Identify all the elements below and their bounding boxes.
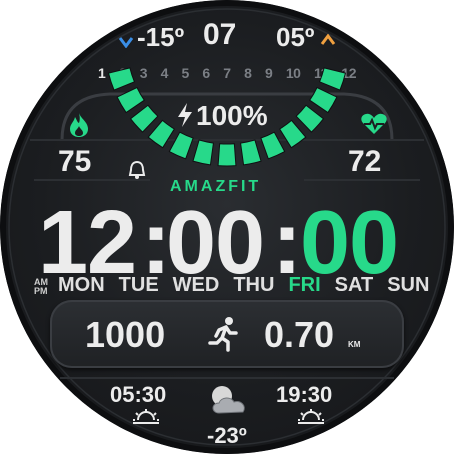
sunrise-time: 05:30 — [110, 382, 167, 407]
sunset-icon — [298, 409, 324, 424]
sunset-time: 19:30 — [276, 382, 333, 407]
watch-face: -15º 07 05º 1 2 3 4 5 6 7 8 9 10 11 12 1… — [0, 0, 454, 454]
sunrise-icon — [133, 409, 159, 424]
partly-cloudy-icon — [212, 386, 245, 414]
current-temp: -23º — [207, 423, 247, 448]
